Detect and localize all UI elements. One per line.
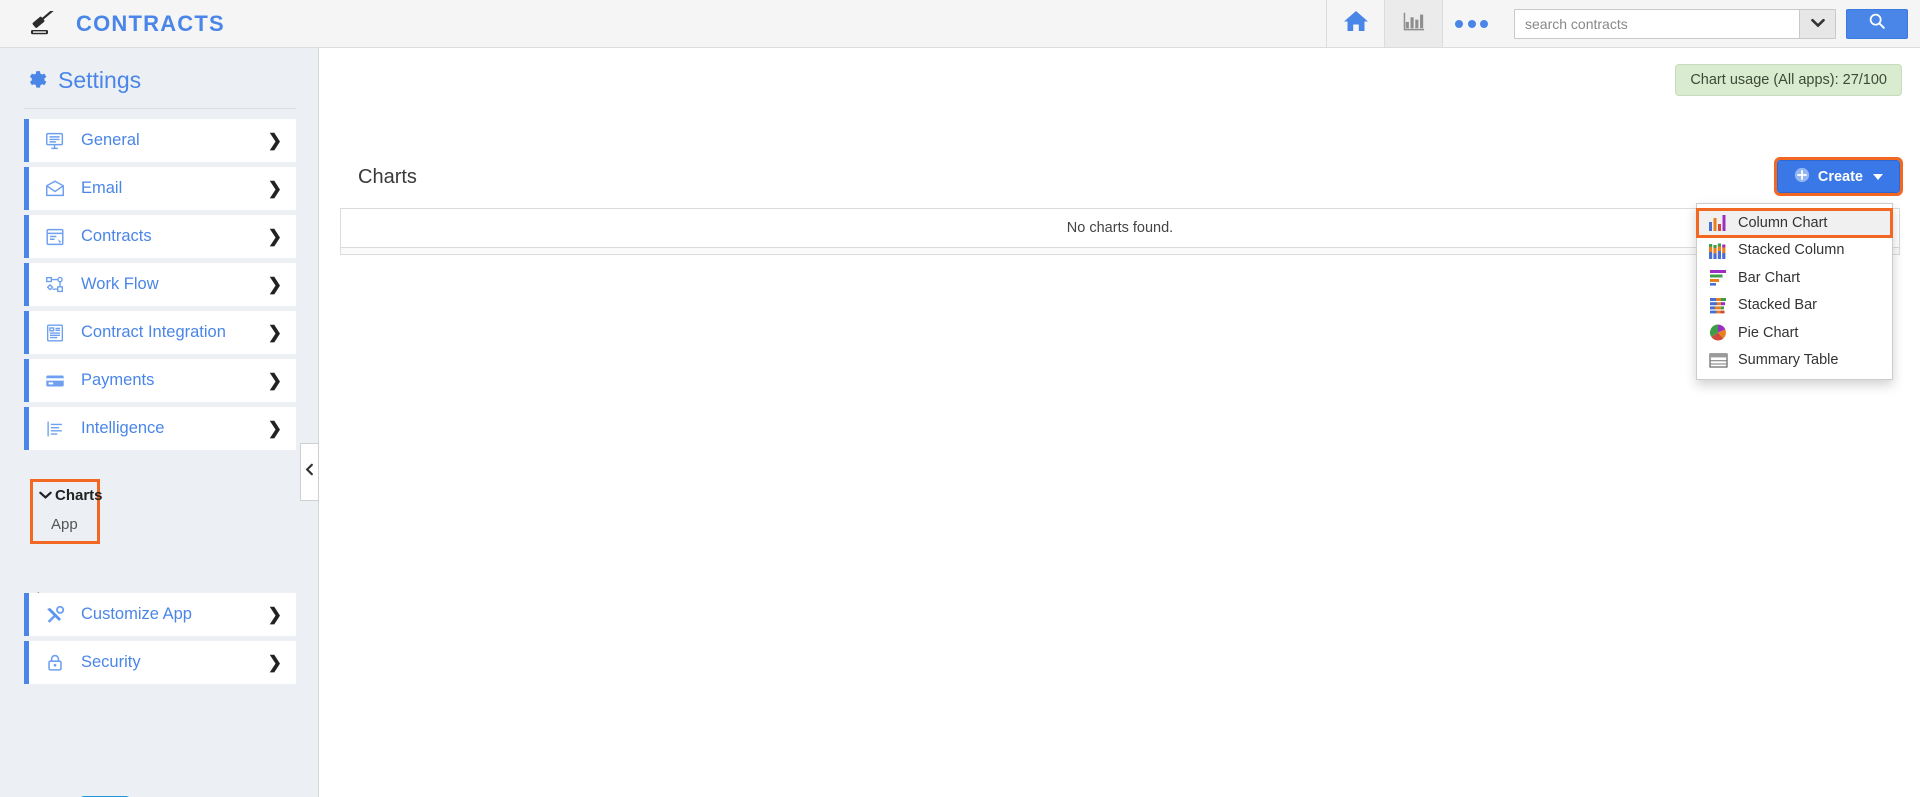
pie-chart-icon — [1708, 323, 1729, 342]
sidebar-item-general[interactable]: General ❯ — [24, 119, 296, 162]
menu-item-label: Pie Chart — [1738, 324, 1799, 341]
page-title: Charts — [358, 166, 417, 188]
menu-item-label: Summary Table — [1738, 352, 1839, 369]
workflow-icon — [38, 274, 72, 296]
sidebar-item-label: Contracts — [81, 227, 152, 245]
sidebar-subitem-app[interactable]: App — [51, 516, 89, 533]
stacked-column-icon — [1708, 241, 1729, 260]
chevron-right-icon: ❯ — [267, 226, 282, 246]
settings-sidebar: Settings General ❯ Email ❯ Contracts ❯ W… — [0, 48, 319, 797]
search-input[interactable] — [1515, 9, 1799, 38]
menu-item-label: Column Chart — [1738, 214, 1828, 231]
create-button[interactable]: Create — [1773, 157, 1904, 196]
charts-group-title[interactable]: Charts — [39, 487, 103, 504]
plus-circle-icon — [1794, 167, 1810, 187]
sidebar-item-payments[interactable]: Payments ❯ — [24, 359, 296, 402]
column-chart-icon — [1708, 213, 1729, 232]
caret-down-icon — [1873, 173, 1883, 180]
menu-item-label: Stacked Column — [1738, 242, 1845, 259]
search-scope-dropdown[interactable] — [1799, 9, 1835, 38]
top-navigation-bar: CONTRACTS — [0, 0, 1920, 48]
chevron-right-icon: ❯ — [267, 322, 282, 342]
chevron-down-icon — [39, 487, 52, 504]
brand-title: CONTRACTS — [76, 10, 225, 36]
summary-table-icon — [1708, 351, 1729, 370]
sidebar-header-label: Settings — [58, 66, 142, 93]
menu-item-summary-table[interactable]: Summary Table — [1697, 347, 1892, 375]
charts-button[interactable] — [1384, 0, 1442, 47]
sidebar-item-label: Work Flow — [81, 275, 159, 293]
chevron-right-icon: ❯ — [267, 370, 282, 390]
menu-item-bar-chart[interactable]: Bar Chart — [1697, 264, 1892, 292]
table-footer — [341, 248, 1899, 254]
sidebar-header: Settings — [0, 48, 318, 104]
monitor-icon — [38, 130, 72, 152]
sidebar-item-label: Security — [81, 653, 141, 671]
tools-icon — [38, 604, 72, 626]
sidebar-item-label: Payments — [81, 371, 155, 389]
envelope-icon — [38, 178, 72, 200]
sidebar-item-contracts[interactable]: Contracts ❯ — [24, 215, 296, 258]
app-logo[interactable]: CONTRACTS — [0, 0, 225, 47]
sidebar-item-email[interactable]: Email ❯ — [24, 167, 296, 210]
sidebar-item-work-flow[interactable]: Work Flow ❯ — [24, 263, 296, 306]
menu-item-label: Bar Chart — [1738, 269, 1801, 286]
sidebar-item-intelligence[interactable]: Intelligence ❯ — [24, 407, 296, 450]
chevron-down-icon — [1810, 15, 1825, 33]
search-area — [1500, 0, 1920, 47]
charts-group-label: Charts — [55, 487, 103, 504]
sidebar-item-customize-app[interactable]: Customize App ❯ — [24, 593, 296, 636]
chevron-left-icon — [305, 463, 314, 481]
sidebar-item-label: General — [81, 131, 140, 149]
chevron-right-icon: ❯ — [267, 178, 282, 198]
gavel-icon — [28, 9, 62, 37]
chart-usage-badge: Chart usage (All apps): 27/100 — [1675, 64, 1902, 96]
sidebar-item-contract-integration[interactable]: Contract Integration ❯ — [24, 311, 296, 354]
menu-item-stacked-column[interactable]: Stacked Column — [1697, 237, 1892, 265]
chevron-right-icon: ❯ — [267, 274, 282, 294]
chevron-down-icon: ❯ — [267, 418, 282, 438]
contract-icon — [38, 226, 72, 248]
charts-table: No charts found. — [340, 208, 1900, 255]
sidebar-item-label: Customize App — [81, 605, 192, 623]
home-button[interactable] — [1326, 0, 1384, 47]
bar-chart-icon — [1708, 268, 1729, 287]
sidebar-charts-group[interactable]: Charts App — [30, 479, 103, 544]
sidebar-item-security[interactable]: Security ❯ — [24, 641, 296, 684]
create-button-label: Create — [1817, 168, 1863, 185]
home-icon — [1343, 9, 1369, 38]
intelligence-icon — [38, 418, 72, 440]
chart-icon — [1402, 10, 1426, 37]
lock-icon — [38, 652, 72, 674]
search-box — [1514, 8, 1836, 39]
menu-item-stacked-bar[interactable]: Stacked Bar — [1697, 292, 1892, 320]
menu-item-column-chart[interactable]: Column Chart — [1696, 208, 1893, 238]
chevron-right-icon: ❯ — [267, 652, 282, 672]
credit-card-icon — [38, 370, 72, 392]
more-icon — [1455, 19, 1488, 28]
sidebar-item-label: Email — [81, 179, 123, 197]
stacked-bar-icon — [1708, 296, 1729, 315]
sidebar-collapse-handle[interactable] — [300, 443, 319, 501]
gear-icon — [24, 66, 47, 94]
chevron-right-icon: ❯ — [267, 604, 282, 624]
sidebar-item-label: Intelligence — [81, 419, 165, 437]
menu-item-pie-chart[interactable]: Pie Chart — [1697, 319, 1892, 347]
search-submit-button[interactable] — [1846, 8, 1908, 39]
menu-item-label: Stacked Bar — [1738, 297, 1817, 314]
create-chart-menu: Column Chart Stacked Column Bar Chart St… — [1696, 203, 1893, 380]
sidebar-divider — [24, 108, 296, 109]
main-content: Chart usage (All apps): 27/100 Charts Cr… — [320, 48, 1920, 797]
sidebar-item-label: Contract Integration — [81, 323, 226, 341]
integration-icon — [38, 322, 72, 344]
empty-state-message: No charts found. — [341, 209, 1899, 248]
chevron-right-icon: ❯ — [267, 130, 282, 150]
more-button[interactable] — [1442, 0, 1500, 47]
search-icon — [1868, 12, 1886, 35]
